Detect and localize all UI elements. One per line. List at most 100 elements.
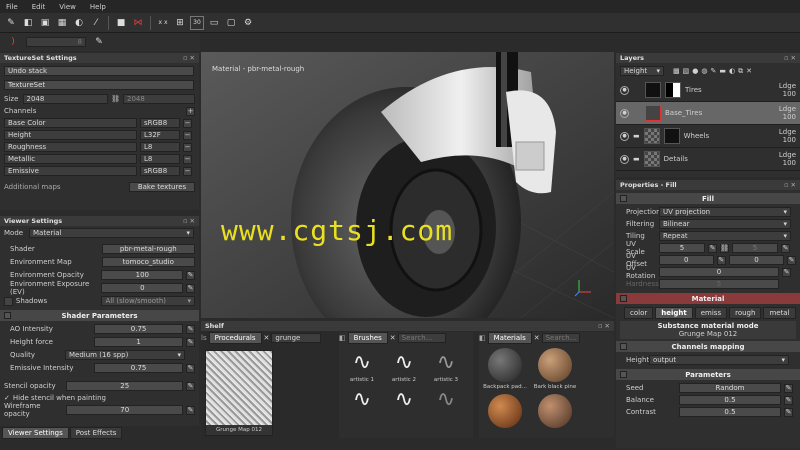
pen-icon[interactable]: ✎: [787, 255, 797, 265]
shadows-checkbox[interactable]: [4, 296, 13, 306]
brush-stroke-icon[interactable]: ∿: [427, 387, 465, 412]
pen-icon[interactable]: ✎: [186, 270, 195, 280]
brush-thumb[interactable]: ∿ artistic 2: [385, 350, 423, 383]
menu-help[interactable]: Help: [90, 3, 106, 11]
add-layer-icon[interactable]: ▩: [673, 67, 680, 75]
format-select[interactable]: L8: [140, 142, 180, 152]
smart-material-icon[interactable]: ◐: [729, 67, 735, 75]
wireframe-opacity-slider[interactable]: 70: [66, 405, 184, 415]
paint-icon[interactable]: ✎: [710, 67, 716, 75]
projection-select[interactable]: UV projection ▾: [659, 207, 791, 217]
panel-float-icon[interactable]: ▫ ✕: [784, 54, 796, 62]
pen-icon[interactable]: ✎: [708, 243, 717, 253]
parameters-header[interactable]: Parameters: [616, 369, 800, 380]
symmetry-icon[interactable]: ⋈: [131, 16, 145, 30]
view-count-icon[interactable]: 30: [190, 15, 204, 30]
layer-row[interactable]: ● ▬ Wheels Ldge 100: [616, 125, 800, 148]
uv-rotation-slider[interactable]: 0: [659, 267, 779, 277]
environment-map-select[interactable]: tomoco_studio: [101, 257, 195, 267]
materials-search[interactable]: Search...: [541, 333, 580, 343]
balance-slider[interactable]: 0.5: [679, 395, 781, 405]
eraser-icon[interactable]: ◧: [21, 16, 35, 30]
brush-size-field[interactable]: 8: [26, 37, 86, 47]
channels-mapping-header[interactable]: Channels mapping: [616, 341, 800, 352]
stencil-opacity-slider[interactable]: 25: [66, 381, 184, 391]
material-thumb[interactable]: Backpack pad...: [483, 348, 527, 390]
add-channel-button[interactable]: +: [186, 106, 195, 116]
pen-icon[interactable]: ✎: [784, 395, 793, 405]
brush-size-icon[interactable]: ): [6, 35, 20, 49]
uv-icon[interactable]: x x: [156, 16, 170, 30]
polygon-fill-icon[interactable]: ▦: [55, 16, 69, 30]
pen-icon[interactable]: ✎: [784, 407, 793, 417]
ao-intensity-slider[interactable]: 0.75: [94, 324, 184, 334]
remove-channel-button[interactable]: −: [183, 142, 192, 152]
format-select[interactable]: sRGB8: [140, 118, 180, 128]
height-force-slider[interactable]: 1: [94, 337, 184, 347]
shader-select[interactable]: pbr-metal-rough: [101, 244, 195, 254]
height-output-select[interactable]: output ▾: [649, 355, 789, 365]
emissive-intensity-slider[interactable]: 0.75: [94, 363, 184, 373]
brush-stroke-icon[interactable]: ∿: [343, 387, 381, 412]
duplicate-icon[interactable]: ⧉: [738, 67, 743, 76]
procedurals-search[interactable]: grunge: [271, 333, 322, 343]
uv-scale-slider-2[interactable]: 5: [732, 243, 778, 253]
link-icon[interactable]: ⛓: [111, 95, 120, 103]
tab-procedurals[interactable]: Procedurals: [208, 332, 262, 344]
size-field-b[interactable]: 2048: [122, 94, 195, 104]
visibility-icon[interactable]: ●: [620, 108, 629, 118]
substance-material-box[interactable]: Substance material mode Grunge Map 012: [620, 321, 796, 339]
quality-select[interactable]: Medium (16 spp) ▾: [65, 350, 185, 360]
hardness-slider[interactable]: 5: [659, 279, 779, 289]
add-fill-icon[interactable]: ▧: [683, 67, 690, 75]
close-icon[interactable]: ✕: [390, 334, 396, 342]
contrast-slider[interactable]: 0.5: [679, 407, 781, 417]
size-field-a[interactable]: 2048: [22, 94, 109, 104]
grid-icon[interactable]: ⊞: [173, 16, 187, 30]
tab-viewer-settings[interactable]: Viewer Settings: [2, 427, 69, 439]
panel-float-icon[interactable]: ▫ ✕: [183, 54, 195, 62]
format-select[interactable]: L8: [140, 154, 180, 164]
mat-tab-emiss[interactable]: emiss: [694, 307, 728, 319]
pen-icon[interactable]: ✎: [186, 324, 195, 334]
pen-icon[interactable]: ✎: [784, 383, 793, 393]
shader-params-header[interactable]: Shader Parameters: [0, 310, 199, 321]
projection-icon[interactable]: ▣: [38, 16, 52, 30]
brush-stroke-icon[interactable]: ∿: [385, 387, 423, 412]
3d-viewport[interactable]: Material - pbr-metal-rough www.cgtsj.com: [201, 52, 614, 318]
bake-textures-button[interactable]: Bake textures: [129, 182, 195, 192]
grunge-map-thumb[interactable]: Grunge Map 012: [205, 350, 273, 436]
checkmark-icon[interactable]: ✓: [4, 394, 10, 402]
effect-icon[interactable]: ◍: [701, 67, 707, 75]
visibility-icon[interactable]: ●: [620, 131, 629, 141]
undo-stack-button[interactable]: Undo stack: [4, 66, 194, 76]
panel-float-icon[interactable]: ▫ ✕: [784, 181, 796, 189]
remove-channel-button[interactable]: −: [183, 130, 192, 140]
add-mask-icon[interactable]: ●: [692, 67, 698, 75]
material-sphere-icon[interactable]: [538, 394, 572, 428]
close-icon[interactable]: ✕: [264, 334, 270, 342]
brush-thumb[interactable]: ∿ artistic 3: [427, 350, 465, 383]
tab-post-effects[interactable]: Post Effects: [69, 427, 123, 439]
brush-icon[interactable]: ✎: [4, 16, 18, 30]
pen-icon[interactable]: ✎: [186, 337, 195, 347]
settings-icon[interactable]: ⚙: [241, 16, 255, 30]
tab-brushes[interactable]: Brushes: [347, 332, 388, 344]
env-opacity-slider[interactable]: 100: [101, 270, 184, 280]
filtering-select[interactable]: Bilinear ▾: [659, 219, 791, 229]
uv-scale-slider[interactable]: 5: [659, 243, 705, 253]
menu-file[interactable]: File: [6, 3, 18, 11]
visibility-icon[interactable]: ●: [620, 85, 629, 95]
panel-float-icon[interactable]: ▫ ✕: [598, 322, 610, 330]
format-select[interactable]: L32F: [140, 130, 180, 140]
channel-mode-select[interactable]: Height ▾: [620, 66, 664, 76]
uv-offset-y[interactable]: 0: [728, 255, 785, 265]
smudge-icon[interactable]: ◐: [72, 16, 86, 30]
tab-materials[interactable]: Materials: [487, 332, 532, 344]
material-sphere-icon[interactable]: [488, 394, 522, 428]
screenshot-icon[interactable]: ▢: [224, 16, 238, 30]
pen-icon[interactable]: ✎: [716, 255, 726, 265]
mat-tab-metal[interactable]: metal: [763, 307, 796, 319]
tiling-select[interactable]: Repeat ▾: [659, 231, 791, 241]
remove-channel-button[interactable]: −: [183, 118, 192, 128]
